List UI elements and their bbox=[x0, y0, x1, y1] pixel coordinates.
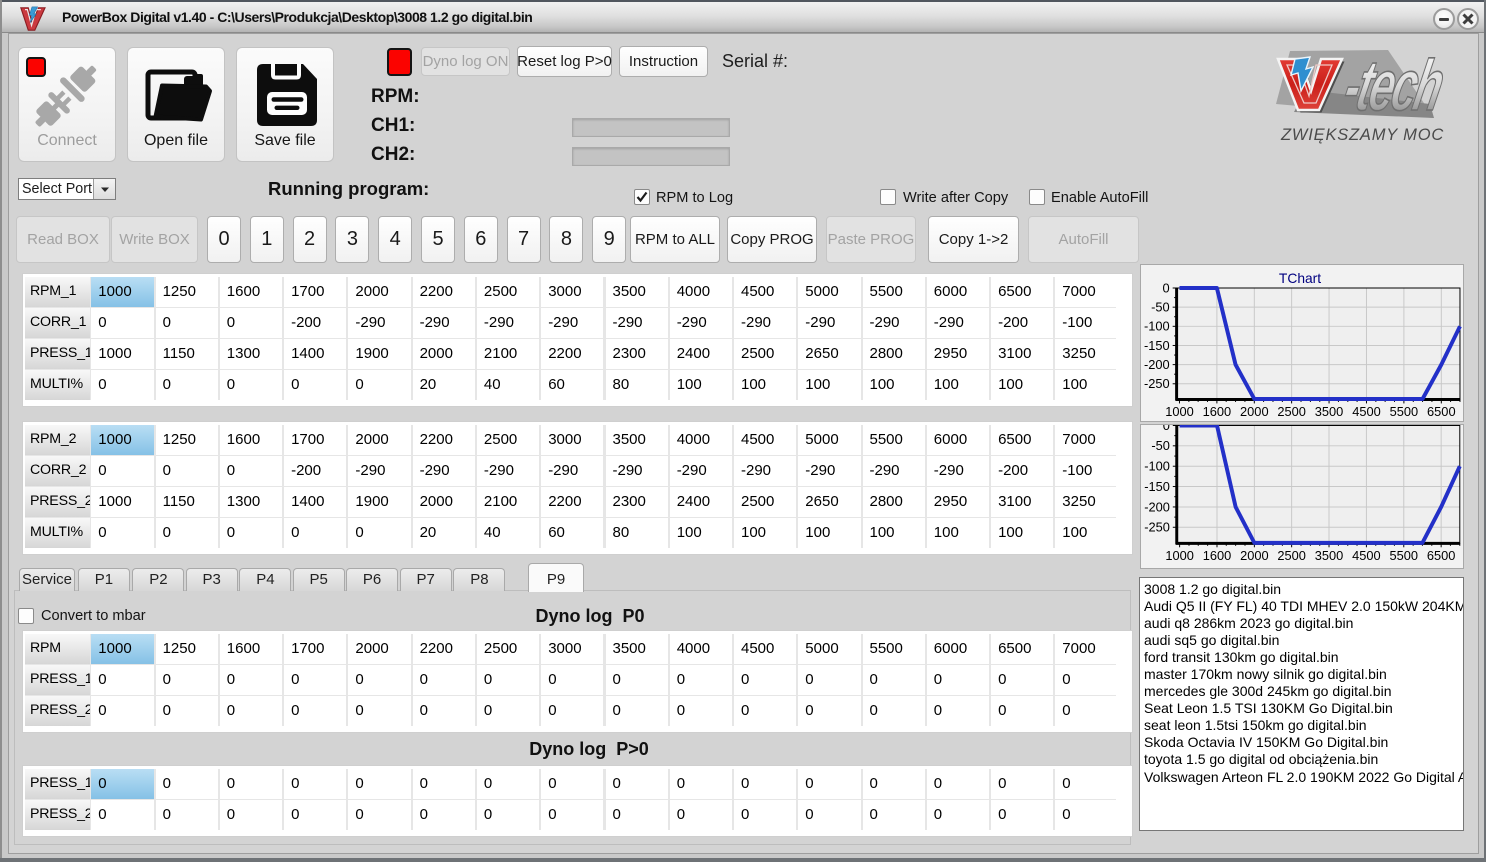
svg-text:-100: -100 bbox=[1144, 459, 1170, 474]
svg-text:-100: -100 bbox=[1144, 319, 1170, 334]
svg-text:-50: -50 bbox=[1151, 300, 1170, 315]
svg-text:5500: 5500 bbox=[1390, 548, 1419, 563]
svg-text:6500: 6500 bbox=[1427, 548, 1456, 563]
svg-text:2000: 2000 bbox=[1240, 404, 1269, 419]
svg-text:-50: -50 bbox=[1151, 438, 1170, 453]
svg-text:-250: -250 bbox=[1144, 376, 1170, 391]
svg-text:1000: 1000 bbox=[1165, 404, 1194, 419]
svg-text:4500: 4500 bbox=[1352, 548, 1381, 563]
svg-text:2000: 2000 bbox=[1240, 548, 1269, 563]
svg-text:-200: -200 bbox=[1144, 357, 1170, 372]
svg-text:ZWIĘKSZAMY MOC: ZWIĘKSZAMY MOC bbox=[1280, 126, 1444, 144]
svg-text:4500: 4500 bbox=[1352, 404, 1381, 419]
svg-text:-250: -250 bbox=[1144, 520, 1170, 535]
svg-text:-200: -200 bbox=[1144, 499, 1170, 514]
svg-text:1600: 1600 bbox=[1203, 548, 1232, 563]
svg-text:0: 0 bbox=[1163, 280, 1170, 295]
svg-text:3500: 3500 bbox=[1315, 548, 1344, 563]
svg-text:5500: 5500 bbox=[1390, 404, 1419, 419]
svg-text:0: 0 bbox=[1163, 424, 1170, 433]
svg-text:3500: 3500 bbox=[1315, 404, 1344, 419]
svg-text:1000: 1000 bbox=[1165, 548, 1194, 563]
svg-text:TChart: TChart bbox=[1279, 270, 1321, 286]
svg-text:2500: 2500 bbox=[1277, 404, 1306, 419]
svg-text:-tech: -tech bbox=[1338, 45, 1450, 125]
svg-text:6500: 6500 bbox=[1427, 404, 1456, 419]
svg-text:1600: 1600 bbox=[1203, 404, 1232, 419]
svg-text:2500: 2500 bbox=[1277, 548, 1306, 563]
svg-text:-150: -150 bbox=[1144, 479, 1170, 494]
svg-text:-150: -150 bbox=[1144, 338, 1170, 353]
